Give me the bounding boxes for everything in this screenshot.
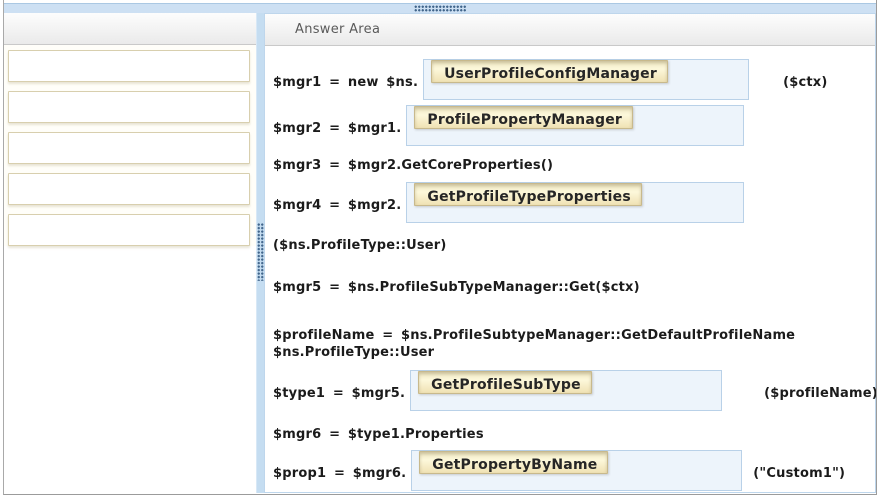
code-text: $mgr2 = $mgr1. <box>273 121 401 137</box>
code-text: $mgr5 = $ns.ProfileSubTypeManager::Get($… <box>273 280 640 296</box>
answer-area-header: Answer Area <box>265 14 875 46</box>
code-text: $mgr1 = new $ns. <box>273 75 418 91</box>
code-line: $mgr2 = $mgr1. ProfilePropertyManager <box>273 105 874 146</box>
code-text: $mgr4 = $mgr2. <box>273 198 401 214</box>
answer-chip[interactable]: ProfilePropertyManager <box>414 106 633 129</box>
code-text: ($ctx) <box>783 75 827 91</box>
code-line: ($ns.ProfileType::User) <box>273 238 874 258</box>
source-option-slot[interactable] <box>8 214 250 246</box>
source-options-panel <box>4 13 256 493</box>
answer-area-title: Answer Area <box>265 22 380 37</box>
code-text: $prop1 = $mgr6. <box>273 466 406 482</box>
code-line: $prop1 = $mgr6. GetPropertyByName ("Cust… <box>273 450 874 491</box>
code-text: $ns.ProfileType::User <box>273 344 874 361</box>
answer-chip[interactable]: GetProfileTypeProperties <box>414 183 642 206</box>
source-panel-body <box>4 45 256 246</box>
code-line: $type1 = $mgr5. GetProfileSubType ($prof… <box>273 370 874 411</box>
exam-question-screen: Answer Area $mgr1 = new $ns. UserProfile… <box>0 0 879 500</box>
answer-chip[interactable]: GetProfileSubType <box>418 371 592 394</box>
source-option-slot[interactable] <box>8 91 250 123</box>
code-text: $mgr6 = $type1.Properties <box>273 427 484 443</box>
code-text: $profileName = $ns.ProfileSubtypeManager… <box>273 327 874 344</box>
splitter-grip-icon <box>414 5 466 12</box>
drop-slot[interactable]: UserProfileConfigManager <box>423 59 749 100</box>
drop-slot[interactable]: GetProfileTypeProperties <box>406 182 744 223</box>
answer-chip[interactable]: UserProfileConfigManager <box>431 60 668 83</box>
source-option-slot[interactable] <box>8 50 250 82</box>
code-text: $type1 = $mgr5. <box>273 386 405 402</box>
code-line: $profileName = $ns.ProfileSubtypeManager… <box>273 327 874 363</box>
source-option-slot[interactable] <box>8 173 250 205</box>
code-line: $mgr5 = $ns.ProfileSubTypeManager::Get($… <box>273 280 874 300</box>
answer-chip[interactable]: GetPropertyByName <box>419 451 608 474</box>
drop-slot[interactable]: ProfilePropertyManager <box>406 105 744 146</box>
code-line: $mgr6 = $type1.Properties <box>273 427 874 447</box>
code-line: $mgr4 = $mgr2. GetProfileTypeProperties <box>273 182 874 223</box>
source-option-slot[interactable] <box>8 132 250 164</box>
drop-slot[interactable]: GetPropertyByName <box>411 450 742 491</box>
code-text: ("Custom1") <box>753 466 845 482</box>
code-text: ($profileName) <box>764 386 878 402</box>
source-panel-empty-area <box>4 255 256 495</box>
code-line: $mgr3 = $mgr2.GetCoreProperties() <box>273 158 874 178</box>
code-text: $mgr3 = $mgr2.GetCoreProperties() <box>273 158 553 174</box>
code-area: $mgr1 = new $ns. UserProfileConfigManage… <box>265 46 875 492</box>
splitter-grip-icon <box>257 223 264 281</box>
code-text: ($ns.ProfileType::User) <box>273 238 447 254</box>
code-line: $mgr1 = new $ns. UserProfileConfigManage… <box>273 59 874 100</box>
vertical-splitter[interactable] <box>256 13 264 493</box>
drop-slot[interactable]: GetProfileSubType <box>410 370 722 411</box>
answer-area-panel: Answer Area $mgr1 = new $ns. UserProfile… <box>264 13 876 493</box>
horizontal-splitter[interactable] <box>4 3 876 13</box>
source-panel-header <box>4 13 256 45</box>
